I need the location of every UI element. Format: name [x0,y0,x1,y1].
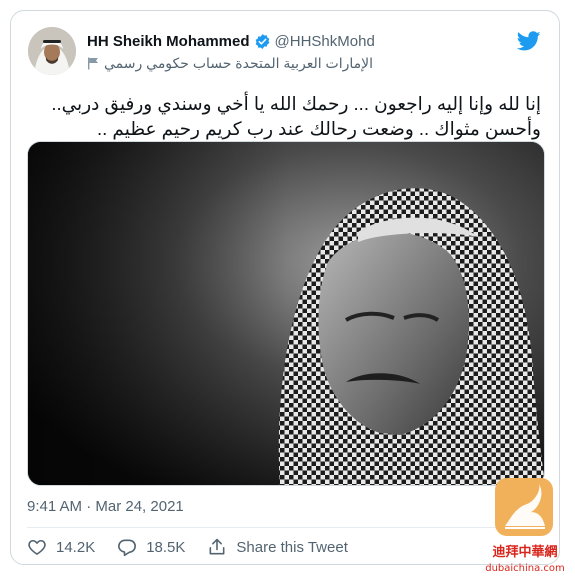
twitter-bird-icon[interactable] [516,29,541,53]
share-button[interactable]: Share this Tweet [207,537,348,557]
watermark: 迪拜中華網 dubaichina.com [475,478,575,578]
watermark-domain: dubaichina.com [485,563,565,574]
like-count: 14.2K [56,538,96,556]
share-label: Share this Tweet [236,538,348,556]
like-button[interactable]: 14.2K [27,537,95,557]
flag-icon [87,57,99,70]
heart-icon [28,539,46,555]
reply-button[interactable]: 18.5K [117,537,185,557]
tweet-actions: 14.2K 18.5K Share this Tweet [27,535,370,559]
watermark-logo: 迪拜中華網 dubaichina.com [485,478,565,574]
tweet-timestamp[interactable]: 9:41 AM · Mar 24, 2021 [27,498,184,515]
avatar[interactable] [28,27,76,75]
watermark-chinese: 迪拜中華網 [492,544,557,560]
display-name[interactable]: HH Sheikh Mohammed [87,33,250,50]
share-icon [209,538,225,555]
reply-count: 18.5K [146,538,186,556]
tweet-text-line-2: وأحسن مثواك .. وضعت رحالك عند رب كريم رح… [97,118,541,139]
tweet-photo[interactable] [27,141,545,486]
verified-badge-icon [254,33,271,50]
handle[interactable]: @HHShkMohd [275,33,375,50]
divider [27,527,543,528]
account-label: الإمارات العربية المتحدة حساب حكومي رسمي [104,55,374,71]
tweet-text-line-1: إنا لله وإنا إليه راجعون ... رحمك الله ي… [51,93,541,114]
tweet-text: إنا لله وإنا إليه راجعون ... رحمك الله ي… [27,91,541,141]
reply-bubble-icon [118,539,137,557]
